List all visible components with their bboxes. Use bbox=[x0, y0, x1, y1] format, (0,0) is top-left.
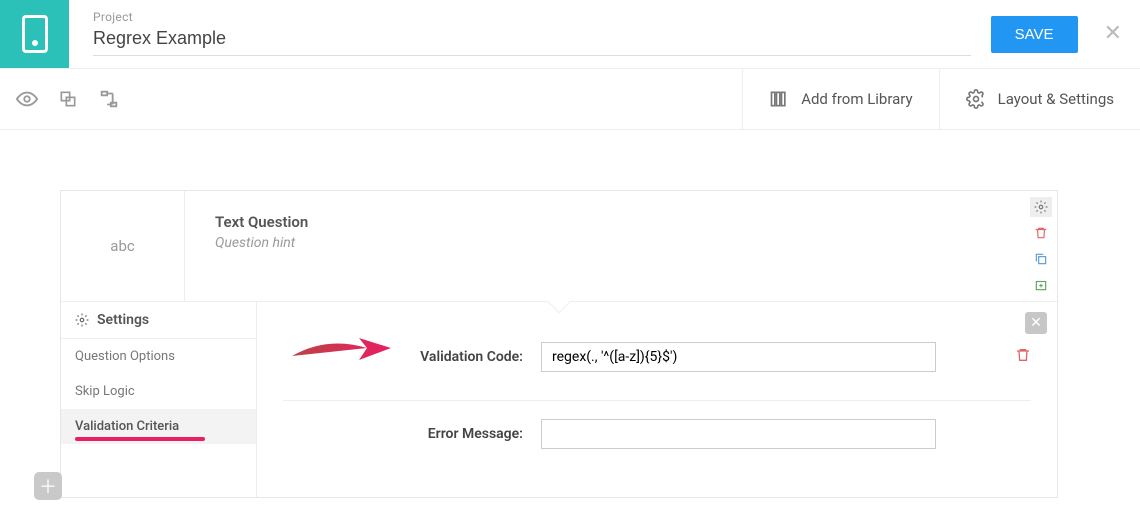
question-type-badge: abc bbox=[61, 191, 185, 301]
error-message-input[interactable] bbox=[541, 419, 936, 449]
add-from-library-label: Add from Library bbox=[801, 90, 912, 108]
question-title[interactable]: Text Question bbox=[215, 213, 995, 231]
active-underline bbox=[75, 437, 205, 441]
preview-icon[interactable] bbox=[16, 88, 38, 110]
settings-heading: Settings bbox=[61, 302, 256, 339]
settings-heading-label: Settings bbox=[97, 312, 149, 328]
library-icon bbox=[769, 89, 789, 109]
add-question-button[interactable]: ＋ bbox=[34, 472, 62, 500]
validation-code-input[interactable] bbox=[541, 342, 936, 372]
add-from-library-button[interactable]: Add from Library bbox=[742, 69, 938, 129]
flow-icon[interactable] bbox=[98, 88, 120, 110]
question-card: abc Text Question Question hint bbox=[60, 190, 1058, 498]
sidebar-item-validation-criteria[interactable]: Validation Criteria bbox=[61, 409, 256, 444]
add-to-library-icon[interactable] bbox=[1030, 275, 1052, 295]
duplicate-question-icon[interactable] bbox=[1030, 249, 1052, 269]
copy-stack-icon[interactable] bbox=[58, 89, 78, 109]
question-hint[interactable]: Question hint bbox=[215, 235, 995, 251]
layout-settings-label: Layout & Settings bbox=[998, 90, 1114, 108]
app-logo-icon bbox=[22, 15, 48, 53]
gear-icon bbox=[966, 89, 986, 109]
error-message-label: Error Message: bbox=[283, 426, 523, 442]
close-panel-icon[interactable]: ✕ bbox=[1025, 312, 1047, 334]
question-settings-icon[interactable] bbox=[1030, 197, 1052, 217]
project-name-input[interactable] bbox=[93, 24, 971, 56]
delete-validation-icon[interactable] bbox=[1015, 347, 1031, 367]
validation-code-label: Validation Code: bbox=[283, 349, 523, 365]
sidebar-item-skip-logic[interactable]: Skip Logic bbox=[61, 374, 256, 409]
save-button[interactable]: SAVE bbox=[991, 16, 1078, 53]
sidebar-item-label: Validation Criteria bbox=[75, 419, 179, 434]
sidebar-item-question-options[interactable]: Question Options bbox=[61, 339, 256, 374]
delete-question-icon[interactable] bbox=[1030, 223, 1052, 243]
project-label: Project bbox=[93, 10, 971, 24]
layout-settings-button[interactable]: Layout & Settings bbox=[939, 69, 1140, 129]
gear-icon bbox=[75, 313, 89, 327]
app-logo[interactable] bbox=[0, 0, 69, 68]
close-icon[interactable]: ✕ bbox=[1104, 23, 1122, 45]
